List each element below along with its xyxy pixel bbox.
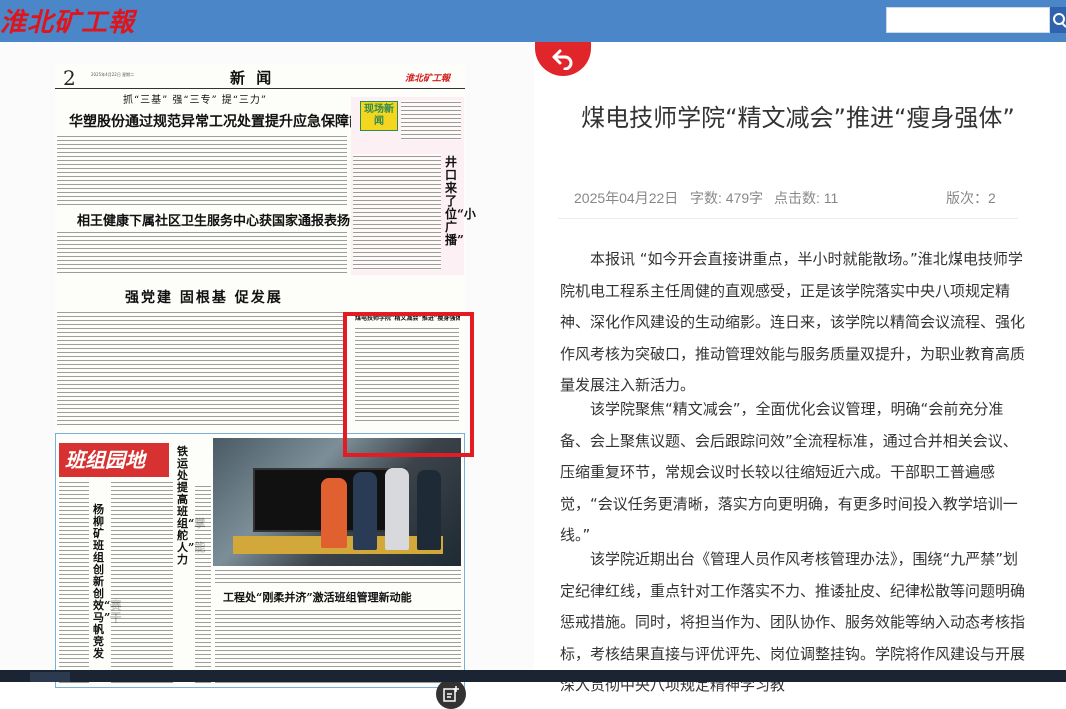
page-masthead: 淮北矿工報 (405, 74, 451, 84)
page-number: 2 (63, 66, 76, 90)
article-pane: 煤电技师学院“精文减会”推进“瘦身强体” 2025年04月22日 字数: 479… (534, 42, 1066, 694)
edit-note-icon (443, 686, 459, 702)
photo-person (385, 468, 409, 550)
article-paragraph: 本报讯 “如今开会直接讲重点，半小时就能散场。”淮北煤电技师学院机电工程系主任周… (560, 250, 1026, 394)
newspaper-pane: 2 2025年4月22日 星期二 新 闻 淮北矿工報 抓“三基” 强“三专” 提… (0, 42, 534, 709)
headline-huasu[interactable]: 华塑股份通过规范异常工况处置提升应急保障能力 (69, 111, 377, 131)
photo-caption (215, 568, 461, 584)
page-section: 新 闻 (230, 69, 275, 87)
search-button[interactable] (1050, 7, 1066, 33)
article-edition: 版次：2 (946, 190, 996, 206)
article-kicker: 抓“三基” 强“三专” 提“三力” (123, 95, 268, 106)
banzu-banner: 班组园地 (59, 443, 169, 477)
search-input[interactable] (886, 7, 1050, 33)
article-paragraph: 该学院聚焦“精文减会”，全面优化会议管理，明确“会前充分准备、会上聚焦议题、会后… (560, 400, 1018, 544)
article-text-block (57, 134, 347, 208)
photo-person (353, 472, 377, 550)
top-bar: 淮北矿工報 (0, 0, 1066, 42)
edit-note-button[interactable] (436, 679, 466, 709)
article-text-block (57, 310, 347, 426)
article-text-block (195, 484, 211, 684)
news-badge: 现场新闻 (360, 101, 398, 131)
article-title: 煤电技师学院“精文减会”推进“瘦身强体” (581, 104, 1015, 132)
article-text-block (353, 154, 441, 270)
article-text-block (111, 480, 173, 684)
article-date: 2025年04月22日 (574, 190, 679, 206)
headline-xiaoguangbo[interactable]: 井口来了位“小广播” (445, 156, 476, 247)
headline-yangliu[interactable]: 杨柳矿班组创新创效“赛马”干帆竞发 (93, 504, 121, 660)
site-logo[interactable]: 淮北矿工報 (0, 2, 135, 39)
news-photo[interactable] (213, 438, 461, 566)
article-text-block (57, 230, 347, 274)
page-date: 2025年4月22日 星期二 (91, 72, 135, 77)
article-word-count: 字数: 479字 (690, 190, 764, 206)
header-rule (55, 88, 465, 89)
headline-xiangwang[interactable]: 相王健康下属社区卫生服务中心获国家通报表扬 (77, 210, 350, 229)
meta-divider (558, 218, 1018, 219)
article-text-block (401, 100, 461, 140)
taskbar-item[interactable] (30, 672, 70, 682)
headline-gongchengchu[interactable]: 工程处“刚柔并济”激活班组管理新动能 (223, 589, 412, 605)
headline-dangjian[interactable]: 强党建 固根基 促发展 (125, 287, 283, 307)
selected-article-highlight[interactable] (343, 312, 474, 457)
os-taskbar (0, 670, 1066, 682)
back-arrow-icon (552, 49, 573, 70)
photo-person (321, 478, 347, 548)
headline-tieyun[interactable]: 铁运处提高班组“掌舵人”能力 (177, 446, 205, 566)
search-icon (1053, 13, 1066, 28)
photo-person (417, 470, 441, 550)
article-click-count: 点击数: 11 (774, 190, 839, 206)
article-text-block (59, 480, 89, 684)
